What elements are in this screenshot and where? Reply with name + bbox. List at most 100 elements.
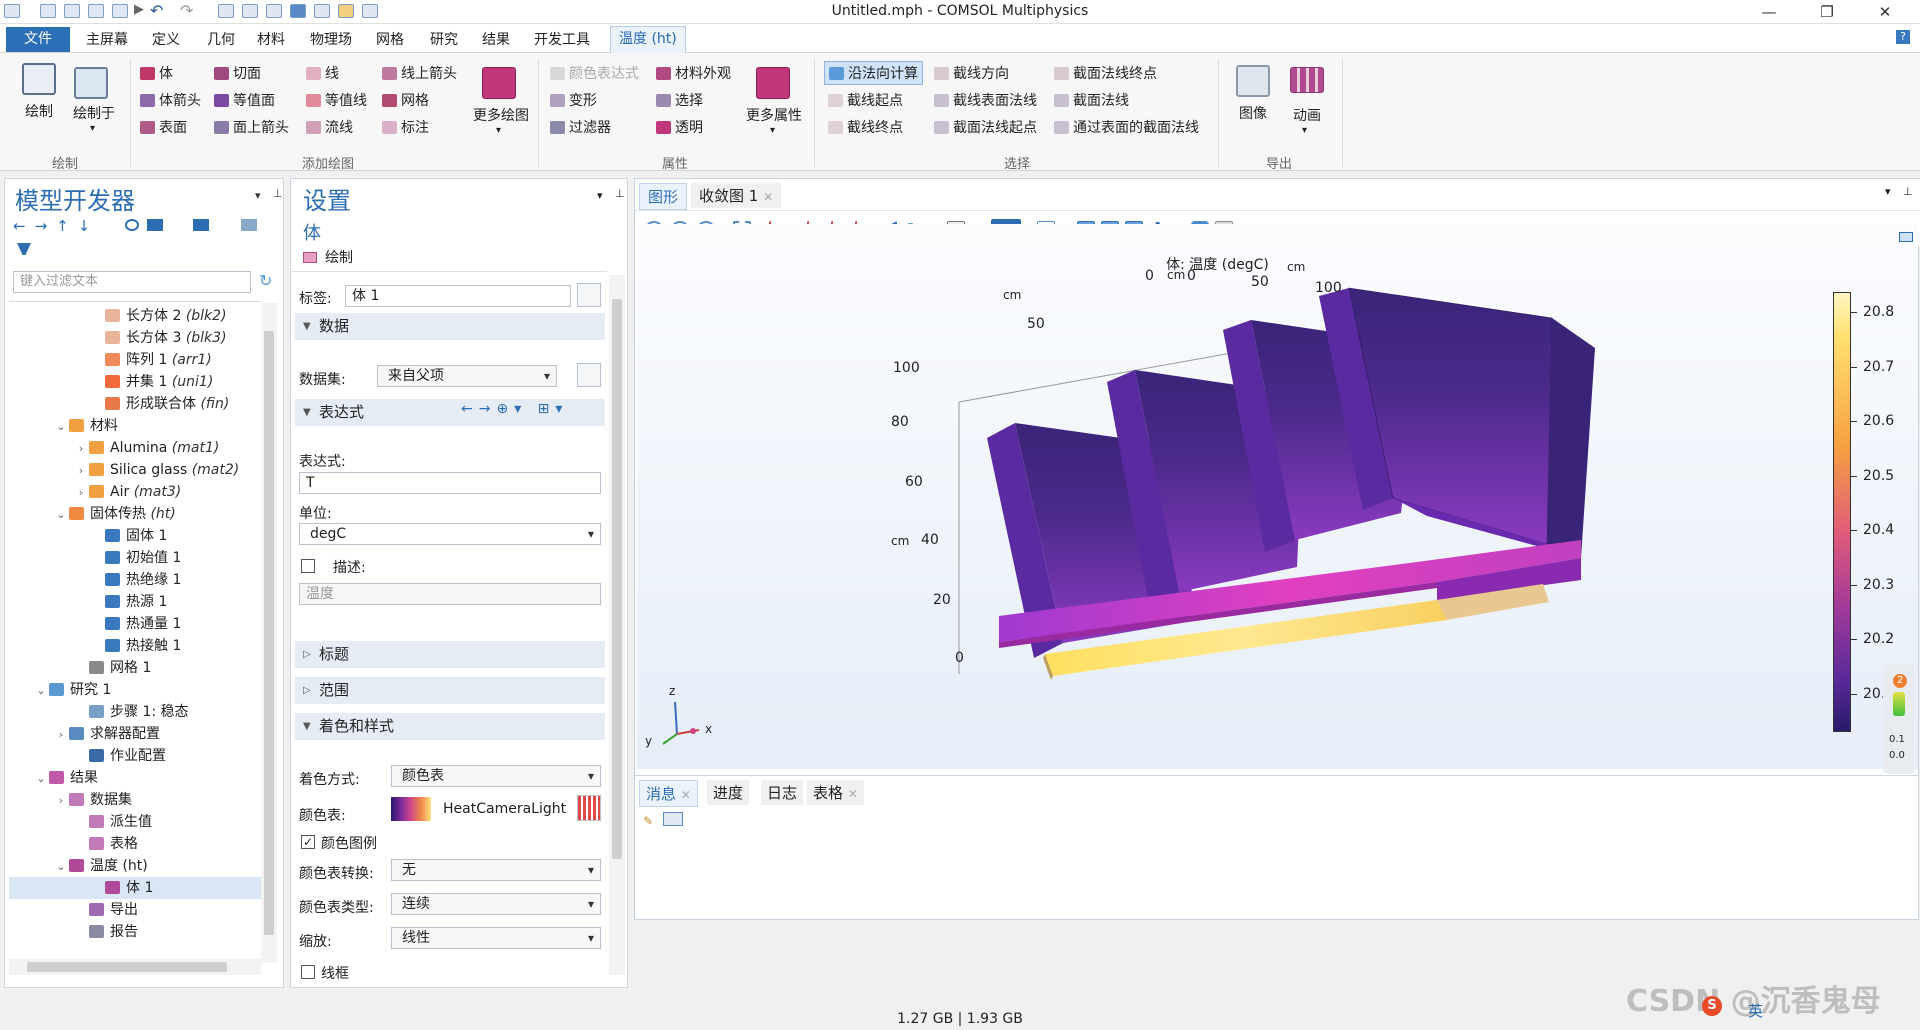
wireframe-checkbox[interactable] xyxy=(301,965,315,979)
attr-material-appearance[interactable]: 材料外观 xyxy=(656,63,731,83)
add-slice[interactable]: 切面 xyxy=(214,63,261,83)
image-button[interactable]: 图像 xyxy=(1226,103,1280,123)
tree-expand-arrow[interactable]: › xyxy=(73,460,89,482)
tree-item[interactable]: 步骤 1: 稳态 xyxy=(9,701,261,723)
add-mesh[interactable]: 网格 xyxy=(382,90,429,110)
more-attributes-icon[interactable] xyxy=(756,67,790,99)
tree-expand-arrow[interactable]: › xyxy=(53,724,69,746)
settings-pin-icon[interactable]: ⊥ xyxy=(615,187,625,200)
add-arrow-volume[interactable]: 体箭头 xyxy=(140,90,201,110)
tree-item[interactable]: ⌄ 结果 xyxy=(9,767,261,789)
plot-button[interactable]: 绘制 xyxy=(12,101,66,121)
sel-cut-plane-normal-start[interactable]: 截面法线起点 xyxy=(934,117,1037,137)
tree-item[interactable]: 导出 xyxy=(9,899,261,921)
tree-expand-arrow[interactable]: ⌄ xyxy=(53,416,69,438)
tree-item[interactable]: › Air (mat3) xyxy=(9,481,261,503)
more-attributes-button[interactable]: 更多属性 xyxy=(738,105,810,125)
tab-convergence[interactable]: 收敛图 1 ✕ xyxy=(691,183,782,208)
menu-temperature-context[interactable]: 温度 (ht) xyxy=(610,26,686,53)
add-line[interactable]: 线 xyxy=(306,63,339,83)
section-coloring-style[interactable]: ▼ 着色和样式 xyxy=(295,713,605,740)
tree-item[interactable]: 网格 1 xyxy=(9,657,261,679)
tree-item[interactable]: 固体 1 xyxy=(9,525,261,547)
menu-results[interactable]: 结果 xyxy=(482,29,510,49)
menu-file[interactable]: 文件 xyxy=(6,27,70,52)
tree-item[interactable]: ⌄ 材料 xyxy=(9,415,261,437)
tree-item[interactable]: 派生值 xyxy=(9,811,261,833)
tab-log[interactable]: 日志 xyxy=(761,780,804,805)
restore-button[interactable]: ❐ xyxy=(1804,0,1850,24)
add-annotation[interactable]: 标注 xyxy=(382,117,429,137)
sel-cut-plane-normal-from-surface[interactable]: 通过表面的截面法线 xyxy=(1054,117,1199,137)
tree-expand-arrow[interactable]: › xyxy=(53,790,69,812)
add-arrow-line[interactable]: 线上箭头 xyxy=(382,63,457,83)
add-arrow-surface[interactable]: 面上箭头 xyxy=(214,117,289,137)
settings-scrollbar[interactable] xyxy=(609,275,625,975)
sel-cut-line-direction[interactable]: 截线方向 xyxy=(934,63,1009,83)
dataset-goto-icon[interactable] xyxy=(577,363,601,387)
tree-item[interactable]: › Silica glass (mat2) xyxy=(9,459,261,481)
tree-item[interactable]: 热通量 1 xyxy=(9,613,261,635)
ime-logo-icon[interactable]: S xyxy=(1702,996,1722,1016)
tree-expand-arrow[interactable]: › xyxy=(73,482,89,504)
tree-horizontal-scrollbar[interactable] xyxy=(9,959,261,975)
graphics-canvas[interactable]: 体: 温度 (degC) cm cm 0 50 100 cm 0 50 100 … xyxy=(637,224,1918,774)
tree-item[interactable]: 长方体 3 (blk3) xyxy=(9,327,261,349)
scale-select[interactable]: 线性 xyxy=(391,927,601,949)
color-transform-select[interactable]: 无 xyxy=(391,859,601,881)
sel-normal-evaluation[interactable]: 沿法向计算 xyxy=(824,61,923,85)
tree-expand-arrow[interactable]: ⌄ xyxy=(53,856,69,878)
sel-cut-plane-normal[interactable]: 截面法线 xyxy=(1054,90,1129,110)
tree-item[interactable]: ⌄ 固体传热 (ht) xyxy=(9,503,261,525)
add-surface[interactable]: 表面 xyxy=(140,117,187,137)
add-contour[interactable]: 等值线 xyxy=(306,90,367,110)
tree-expand-arrow[interactable]: ⌄ xyxy=(33,680,49,702)
filter-funnel-icon[interactable] xyxy=(17,243,31,255)
dataset-select[interactable]: 来自父项 xyxy=(377,365,557,387)
attr-color-expression[interactable]: 颜色表达式 xyxy=(550,63,639,83)
sel-cut-line-start[interactable]: 截线起点 xyxy=(828,90,903,110)
tree-item[interactable]: › Alumina (mat1) xyxy=(9,437,261,459)
coloring-select[interactable]: 颜色表 xyxy=(391,765,601,787)
refresh-icon[interactable]: ↻ xyxy=(259,271,272,290)
collapse-icon[interactable] xyxy=(193,219,209,231)
more-plots-icon[interactable] xyxy=(482,67,516,99)
pane-menu-icon[interactable]: ▾ xyxy=(255,189,261,202)
tree-item[interactable]: 热绝缘 1 xyxy=(9,569,261,591)
minimize-button[interactable]: — xyxy=(1746,0,1792,24)
tree-expand-arrow[interactable]: ⌄ xyxy=(53,504,69,526)
expand-icon[interactable] xyxy=(147,219,163,231)
attr-filter[interactable]: 过滤器 xyxy=(550,117,611,137)
show-icon[interactable] xyxy=(125,219,139,231)
section-data[interactable]: ▼ 数据 xyxy=(295,313,605,340)
tree-item[interactable]: 阵列 1 (arr1) xyxy=(9,349,261,371)
tab-graphics[interactable]: 图形 xyxy=(639,183,688,210)
tree-vertical-scrollbar[interactable] xyxy=(261,303,277,963)
tree-item[interactable]: 表格 xyxy=(9,833,261,855)
add-streamline[interactable]: 流线 xyxy=(306,117,353,137)
settings-menu-icon[interactable]: ▾ xyxy=(597,189,603,202)
menu-mesh[interactable]: 网格 xyxy=(376,29,404,49)
settings-plot-button[interactable]: 绘制 xyxy=(303,247,353,267)
sel-cut-line-surface-normal[interactable]: 截线表面法线 xyxy=(934,90,1037,110)
tab-close-icon[interactable]: ✕ xyxy=(763,190,773,204)
plot-icon[interactable] xyxy=(22,63,56,95)
sel-cut-line-end[interactable]: 截线终点 xyxy=(828,117,903,137)
more-plots-button[interactable]: 更多绘图 xyxy=(466,105,536,125)
attr-selection[interactable]: 选择 xyxy=(656,90,703,110)
tree-item[interactable]: 热源 1 xyxy=(9,591,261,613)
tree-expand-arrow[interactable]: › xyxy=(73,438,89,460)
description-checkbox[interactable] xyxy=(301,559,315,573)
tab-progress[interactable]: 进度 xyxy=(707,780,750,805)
menu-definitions[interactable]: 定义 xyxy=(152,29,180,49)
add-volume[interactable]: 体 xyxy=(140,63,173,83)
ime-language[interactable]: 英 xyxy=(1748,1000,1763,1021)
tree-expand-arrow[interactable]: ⌄ xyxy=(33,768,49,790)
expression-input[interactable]: T xyxy=(299,472,601,494)
image-icon[interactable] xyxy=(1236,65,1270,97)
list-icon[interactable] xyxy=(241,219,257,231)
canvas-mode-icon[interactable] xyxy=(1899,232,1913,242)
menu-developer[interactable]: 开发工具 xyxy=(534,29,590,49)
unit-select[interactable]: degC xyxy=(299,523,601,545)
tree-item[interactable]: ⌄ 研究 1 xyxy=(9,679,261,701)
